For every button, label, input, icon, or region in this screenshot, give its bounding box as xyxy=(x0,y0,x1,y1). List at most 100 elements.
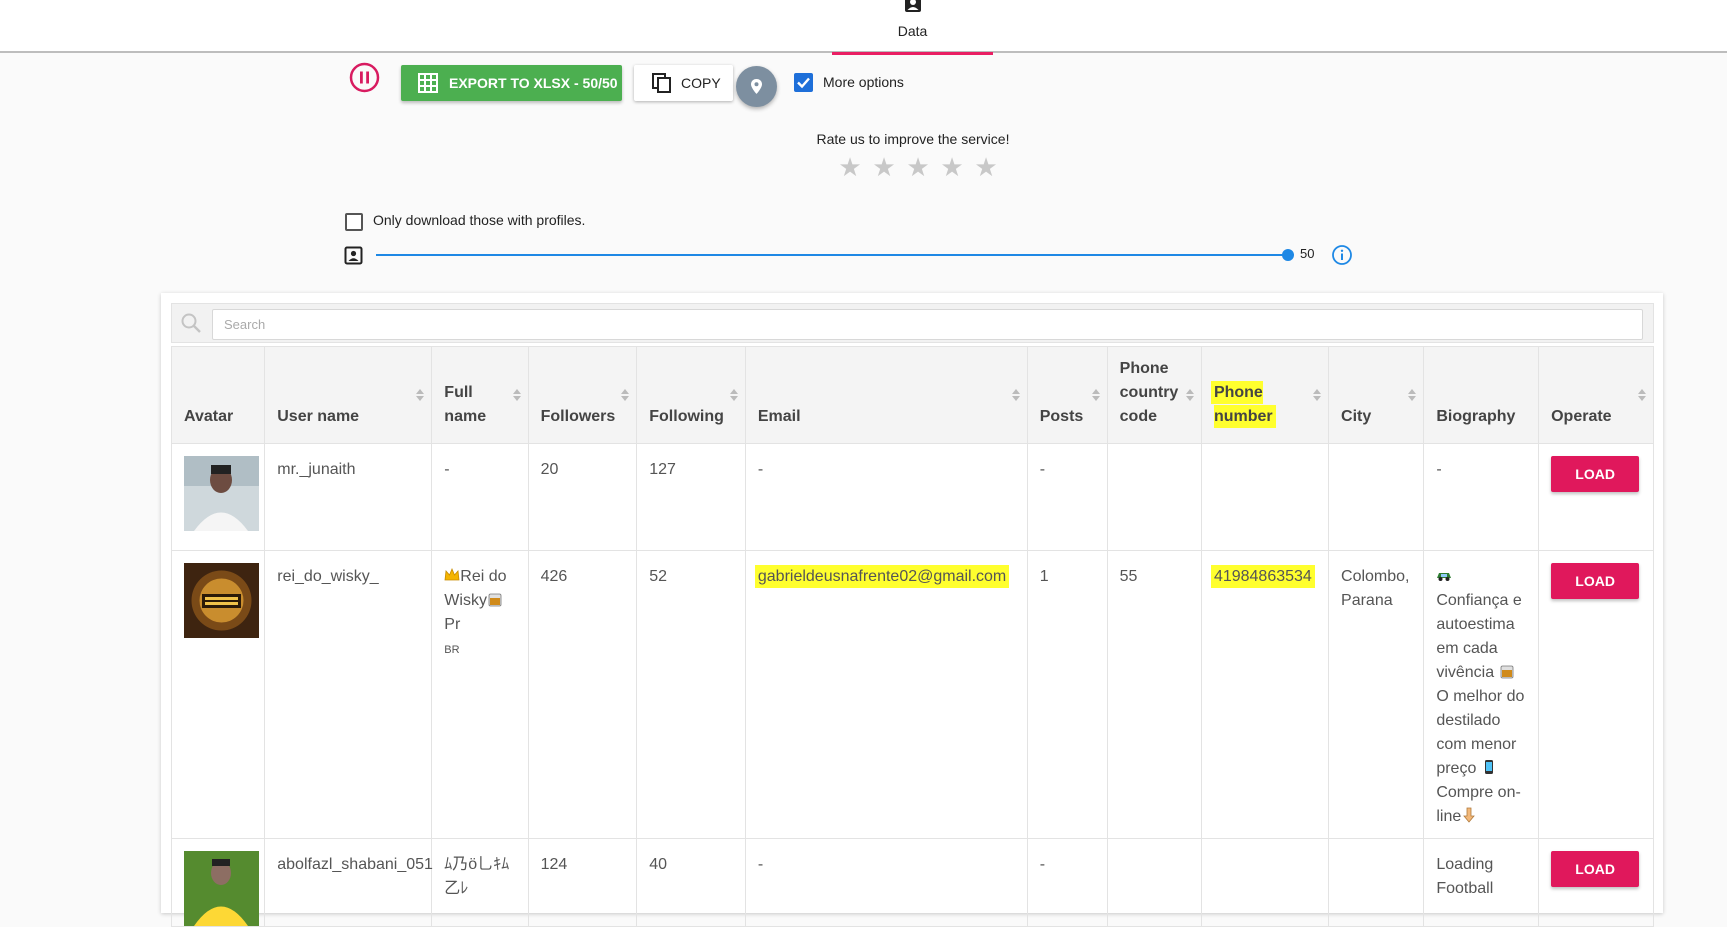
sort-icon xyxy=(1011,389,1020,401)
posts-cell: - xyxy=(1026,443,1108,551)
tab-data[interactable]: Data xyxy=(832,0,993,55)
more-options-label: More options xyxy=(823,74,904,90)
account-box-icon xyxy=(344,246,363,265)
username-cell: mr._junaith xyxy=(264,443,433,551)
only-profiles-label: Only download those with profiles. xyxy=(373,212,586,228)
star-icon[interactable]: ★ xyxy=(833,152,867,183)
column-header-followers[interactable]: Followers xyxy=(527,346,638,444)
following-cell: 40 xyxy=(636,838,746,927)
followers-cell: 124 xyxy=(527,838,638,927)
more-options-checkbox[interactable] xyxy=(794,73,813,92)
country-code-cell xyxy=(1106,443,1202,551)
copy-label: COPY xyxy=(681,75,721,91)
info-icon[interactable] xyxy=(1331,244,1353,266)
sort-icon xyxy=(512,389,521,401)
star-icon[interactable]: ★ xyxy=(867,152,901,183)
only-profiles-checkbox[interactable] xyxy=(345,213,363,231)
posts-cell: - xyxy=(1026,838,1108,927)
phone-cell xyxy=(1200,838,1330,927)
fullname-text: Pr xyxy=(444,616,461,633)
location-pin-button[interactable] xyxy=(736,66,777,107)
sort-icon xyxy=(416,389,425,401)
city-cell xyxy=(1328,838,1425,927)
export-xlsx-button[interactable]: EXPORT TO XLSX - 50/50 xyxy=(401,65,622,101)
city-cell: Colombo, Parana xyxy=(1328,550,1425,839)
followers-cell: 426 xyxy=(527,550,638,839)
checkmark-icon xyxy=(797,77,810,89)
top-tab-bar: Data xyxy=(0,0,1727,55)
operate-cell: LOAD xyxy=(1538,838,1654,927)
column-header-fullname[interactable]: Full name xyxy=(431,346,529,444)
biography-cell: Confiança e autoestima em cada vivência … xyxy=(1423,550,1540,839)
phone-text: 41984863534 xyxy=(1213,568,1312,585)
load-button[interactable]: LOAD xyxy=(1551,456,1640,492)
table-row: rei_do_wisky_ Rei do WiskyPr BR 426 52 ga… xyxy=(170,550,1654,839)
sort-icon xyxy=(729,389,738,401)
email-cell: - xyxy=(744,443,1028,551)
country-flag-text: BR xyxy=(444,644,460,656)
pause-button[interactable] xyxy=(349,62,380,93)
email-cell: - xyxy=(744,838,1028,927)
following-cell: 52 xyxy=(636,550,746,839)
biography-cell: - xyxy=(1423,443,1540,551)
column-header-email[interactable]: Email xyxy=(744,346,1028,444)
copy-icon xyxy=(652,73,671,93)
sort-icon xyxy=(1091,389,1100,401)
column-header-operate[interactable]: Operate xyxy=(1538,346,1654,444)
column-header-biography: Biography xyxy=(1423,346,1540,444)
email-cell: gabrieldeusnafrente02@gmail.com xyxy=(744,550,1028,839)
tab-label: Data xyxy=(897,23,928,39)
column-header-phone-number[interactable]: Phone number xyxy=(1200,346,1330,444)
results-card: Avatar User name Full name Followers Fol… xyxy=(161,293,1663,927)
username-cell: abolfazl_shabani_051 xyxy=(264,838,433,927)
biography-text: Compre on-line xyxy=(1436,784,1521,825)
email-text: gabrieldeusnafrente02@gmail.com xyxy=(757,568,1007,585)
rating-prompt: Rate us to improve the service! xyxy=(816,131,1010,147)
car-icon xyxy=(1437,573,1452,581)
sort-icon xyxy=(1408,389,1417,401)
export-label: EXPORT TO XLSX - 50/50 xyxy=(449,75,618,91)
count-slider-track[interactable] xyxy=(376,254,1289,256)
fullname-cell: ﾑ乃ö乚ｷﾑ乙ﾚ xyxy=(431,838,529,927)
avatar xyxy=(184,851,259,926)
load-button[interactable]: LOAD xyxy=(1551,851,1640,887)
slider-value: 50 xyxy=(1300,246,1315,261)
star-icon[interactable]: ★ xyxy=(901,152,935,183)
pointing-down-icon xyxy=(1463,807,1476,823)
username-cell: rei_do_wisky_ xyxy=(264,550,433,839)
column-header-username[interactable]: User name xyxy=(264,346,433,444)
column-header-city[interactable]: City xyxy=(1328,346,1425,444)
star-icon[interactable]: ★ xyxy=(935,152,969,183)
operate-cell: LOAD xyxy=(1538,550,1654,839)
avatar-cell xyxy=(170,550,266,839)
star-icon[interactable]: ★ xyxy=(969,152,1003,183)
fullname-cell: Rei do WiskyPr BR xyxy=(431,550,529,839)
mobile-phone-icon xyxy=(1484,760,1493,774)
biography-cell: Loading Football xyxy=(1423,838,1540,927)
followers-cell: 20 xyxy=(527,443,638,551)
search-input[interactable] xyxy=(212,309,1643,340)
phone-cell xyxy=(1200,443,1330,551)
load-button[interactable]: LOAD xyxy=(1551,563,1640,599)
avatar xyxy=(184,563,259,638)
whisky-glass-icon xyxy=(1500,665,1513,679)
search-icon xyxy=(181,313,201,333)
table-header-row: Avatar User name Full name Followers Fol… xyxy=(170,346,1654,444)
city-cell xyxy=(1328,443,1425,551)
country-code-cell xyxy=(1106,838,1202,927)
column-header-following[interactable]: Following xyxy=(636,346,746,444)
rating-stars: ★ ★ ★ ★ ★ xyxy=(833,152,1003,182)
results-table: Avatar User name Full name Followers Fol… xyxy=(170,346,1654,927)
column-header-phone-country-code[interactable]: Phone country code xyxy=(1106,346,1202,444)
column-header-posts[interactable]: Posts xyxy=(1026,346,1108,444)
copy-button[interactable]: COPY xyxy=(634,65,733,101)
whisky-glass-icon xyxy=(488,593,502,607)
sort-icon xyxy=(1638,389,1646,401)
avatar-cell xyxy=(170,838,266,927)
grid-icon xyxy=(418,73,438,93)
table-row: mr._junaith - 20 127 - - - LOAD xyxy=(170,443,1654,551)
avatar-cell xyxy=(170,443,266,551)
count-slider-thumb[interactable] xyxy=(1282,249,1294,261)
location-pin-icon xyxy=(751,79,762,94)
phone-cell: 41984863534 xyxy=(1200,550,1330,839)
